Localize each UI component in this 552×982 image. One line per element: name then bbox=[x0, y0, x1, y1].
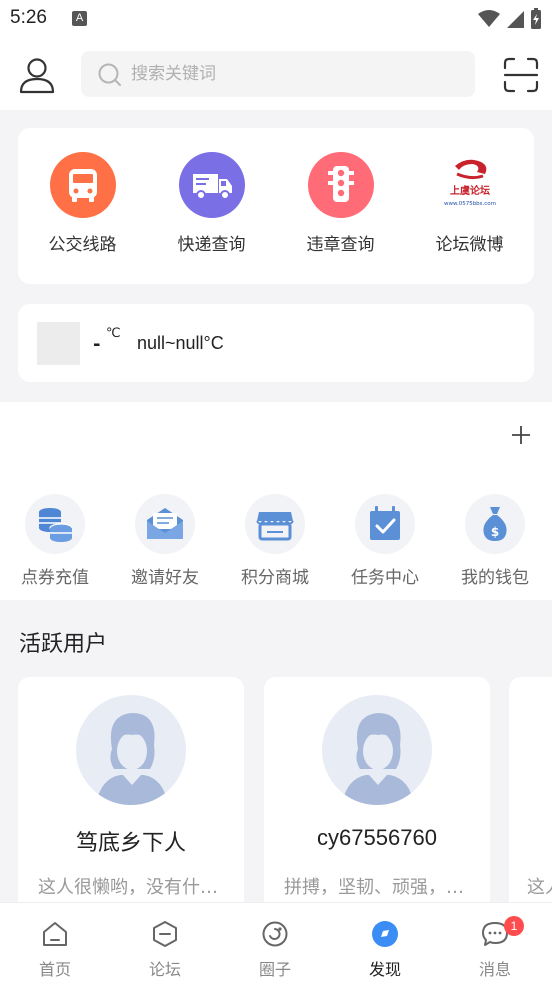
tool-label: 任务中心 bbox=[351, 568, 419, 588]
service-bus[interactable]: 公交线路 bbox=[18, 128, 147, 284]
weather-temp: - bbox=[93, 334, 101, 355]
user-avatar bbox=[76, 695, 186, 805]
tool-label: 我的钱包 bbox=[461, 568, 529, 588]
bottom-tab-bar: 首页 论坛 圈子 发现 1 消息 bbox=[0, 902, 552, 982]
home-icon bbox=[43, 922, 67, 946]
tab-home[interactable]: 首页 bbox=[0, 903, 110, 982]
user-card[interactable]: 这人 bbox=[509, 677, 552, 917]
add-icon[interactable] bbox=[510, 424, 532, 446]
svg-text:$: $ bbox=[491, 525, 499, 539]
wifi-icon bbox=[478, 10, 500, 27]
weather-card[interactable]: - ℃ null~null°C bbox=[18, 304, 534, 382]
user-bio: 这人很懒哟，没有什么介绍 bbox=[38, 877, 228, 898]
search-bar[interactable] bbox=[81, 51, 475, 97]
tab-label: 发现 bbox=[368, 960, 401, 979]
battery-icon bbox=[531, 8, 541, 29]
user-card[interactable]: 笃底乡下人 这人很懒哟，没有什么介绍 bbox=[18, 677, 244, 917]
notification-icon: A bbox=[72, 11, 87, 26]
tab-label: 论坛 bbox=[148, 960, 181, 979]
circle-icon bbox=[262, 921, 288, 947]
discover-icon bbox=[372, 921, 398, 947]
forum-logo: 上虞论坛 www.0575bbs.com bbox=[437, 152, 503, 218]
user-name: cy67556760 bbox=[317, 825, 437, 850]
tool-label: 积分商城 bbox=[241, 568, 309, 588]
tab-label: 首页 bbox=[38, 960, 71, 979]
section-title: 活跃用户 bbox=[19, 632, 108, 657]
weather-range: null~null°C bbox=[137, 333, 224, 353]
bus-icon bbox=[50, 152, 116, 218]
top-header bbox=[0, 38, 552, 110]
user-avatar bbox=[322, 695, 432, 805]
weather-image bbox=[37, 322, 80, 365]
coins-icon bbox=[25, 494, 85, 554]
calendar-check-icon bbox=[355, 494, 415, 554]
forum-icon bbox=[153, 921, 177, 947]
tab-discover[interactable]: 发现 bbox=[330, 903, 440, 982]
tool-label: 点券充值 bbox=[21, 568, 89, 588]
service-label: 违章查询 bbox=[306, 235, 375, 255]
truck-icon bbox=[179, 152, 245, 218]
user-profile-icon[interactable] bbox=[17, 55, 57, 95]
tab-circle[interactable]: 圈子 bbox=[220, 903, 330, 982]
money-bag-icon: $ bbox=[465, 494, 525, 554]
tab-messages[interactable]: 1 消息 bbox=[440, 903, 550, 982]
tool-label: 邀请好友 bbox=[131, 568, 199, 588]
svg-text:www.0575bbs.com: www.0575bbs.com bbox=[444, 201, 496, 207]
status-indicators bbox=[478, 8, 542, 30]
services-card: 公交线路 快递查询 违章查询 上虞论坛 www.0575bbs.com 论坛微博 bbox=[18, 128, 534, 284]
unread-badge: 1 bbox=[504, 916, 524, 936]
service-label: 公交线路 bbox=[48, 235, 117, 255]
service-violation[interactable]: 违章查询 bbox=[276, 128, 405, 284]
status-time: 5:26 bbox=[10, 7, 47, 28]
signal-icon bbox=[507, 11, 524, 28]
user-card[interactable]: cy67556760 拼搏，坚韧、顽强，进取 bbox=[264, 677, 490, 917]
tab-forum[interactable]: 论坛 bbox=[110, 903, 220, 982]
shop-icon bbox=[245, 494, 305, 554]
service-forum[interactable]: 上虞论坛 www.0575bbs.com 论坛微博 bbox=[405, 128, 534, 284]
weather-unit: ℃ bbox=[106, 326, 121, 341]
user-bio: 拼搏，坚韧、顽强，进取 bbox=[284, 877, 474, 898]
tab-label: 圈子 bbox=[258, 960, 291, 979]
search-icon bbox=[98, 63, 121, 86]
service-express[interactable]: 快递查询 bbox=[147, 128, 276, 284]
quick-tools: 点券充值 邀请好友 积分商城 任务中心 $ 我的钱包 bbox=[0, 492, 552, 592]
traffic-light-icon bbox=[308, 152, 374, 218]
scan-icon[interactable] bbox=[503, 57, 539, 93]
user-name: 笃底乡下人 bbox=[75, 831, 186, 856]
svg-text:上虞论坛: 上虞论坛 bbox=[450, 184, 490, 197]
service-label: 快递查询 bbox=[177, 235, 246, 255]
tab-label: 消息 bbox=[478, 960, 511, 979]
envelope-icon bbox=[135, 494, 195, 554]
status-bar: 5:26 A bbox=[0, 0, 552, 38]
user-bio: 这人 bbox=[527, 877, 552, 898]
search-input[interactable] bbox=[131, 51, 451, 97]
service-label: 论坛微博 bbox=[435, 235, 504, 255]
